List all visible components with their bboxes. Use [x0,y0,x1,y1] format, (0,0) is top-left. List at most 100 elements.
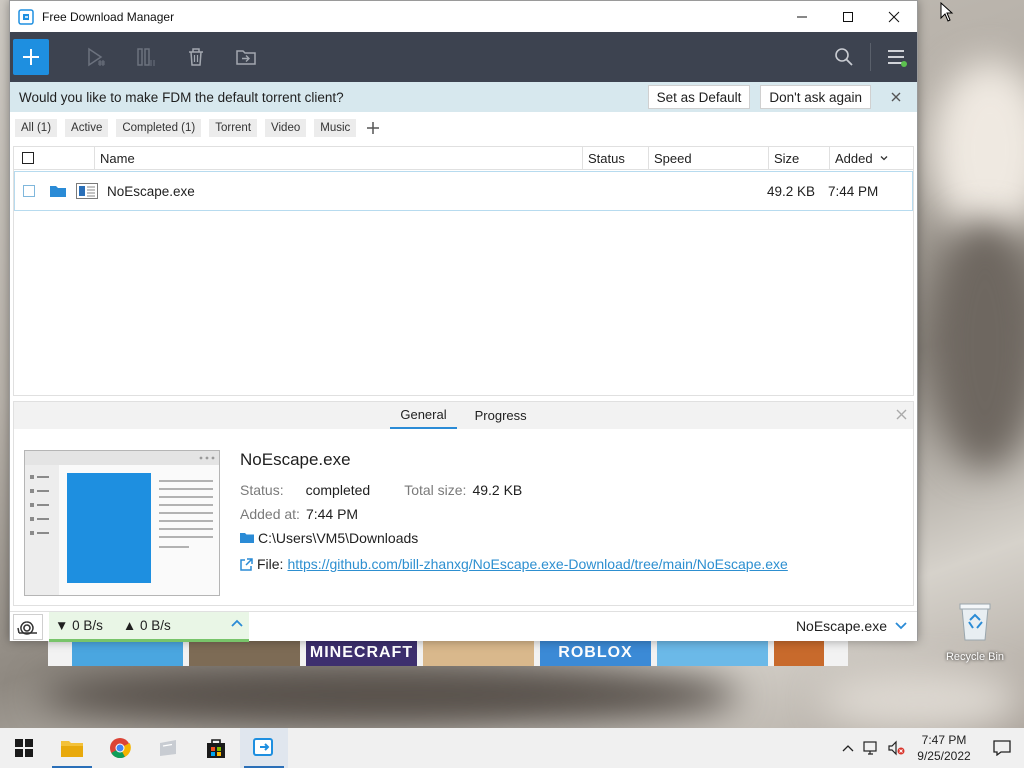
trash-icon [189,48,203,66]
source-url-link[interactable]: https://github.com/bill-zhanxg/NoEscape.… [287,556,787,572]
download-list: Name Status Speed Size Added NoEscape.ex… [13,146,914,396]
filter-all[interactable]: All (1) [15,119,58,137]
details-panel: General Progress NoEscape.exe Status: co… [13,401,914,606]
clock-date: 9/25/2022 [917,749,971,763]
action-center-button[interactable] [980,728,1024,768]
strip-tile [72,640,183,666]
details-tabs: General Progress [14,402,913,429]
close-icon [888,11,900,22]
tab-progress[interactable]: Progress [465,402,537,429]
wallpaper-highlight-bottom [820,670,1020,730]
speed-mode-button[interactable] [13,613,43,640]
select-all-checkbox[interactable] [22,152,34,164]
default-client-notice: Would you like to make FDM the default t… [10,82,917,112]
plus-icon [367,122,380,134]
show-hidden-icons-button[interactable] [836,728,860,768]
chrome-icon [110,738,131,759]
filter-torrent[interactable]: Torrent [209,119,258,137]
folder-move-icon [236,50,256,65]
file-explorer-icon [61,741,83,757]
external-link-icon [240,557,253,571]
select-all-column [14,146,95,170]
folder-path[interactable]: C:\Users\VM5\Downloads [258,530,418,546]
total-size-value: 49.2 KB [472,482,523,498]
mouse-cursor-icon [940,2,954,22]
folder-icon[interactable] [49,183,67,199]
download-speed: ▼ 0 B/s [55,617,103,633]
resume-button[interactable] [71,32,121,82]
exe-file-icon [76,183,98,199]
taskbar-app[interactable] [144,728,192,768]
added-value: 7:44 PM [305,506,359,522]
taskbar-chrome[interactable] [96,728,144,768]
clock[interactable]: 7:47 PM 9/25/2022 [908,732,980,764]
background-app-strip: MINECRAFT ROBLOX [48,640,848,666]
column-speed[interactable]: Speed [649,146,769,170]
filter-completed[interactable]: Completed (1) [116,119,202,137]
speed-indicator[interactable]: ▼ 0 B/s ▲ 0 B/s [49,611,249,642]
column-name[interactable]: Name [95,146,583,170]
download-speed-value: 0 B/s [72,617,103,633]
fdm-app-icon [253,738,273,756]
status-label: Status: [240,482,284,498]
wallpaper-highlight [930,60,1024,240]
file-info: NoEscape.exe Status: completed Total siz… [240,450,788,576]
delete-button[interactable] [171,32,221,82]
maximize-button[interactable] [825,1,871,32]
recycle-bin[interactable]: Recycle Bin [945,600,1005,663]
volume-status[interactable] [884,728,908,768]
search-icon [835,48,853,66]
system-tray: 7:47 PM 9/25/2022 [836,728,1024,768]
taskbar-file-explorer[interactable] [48,728,96,768]
snail-icon [17,620,37,635]
column-size[interactable]: Size [769,146,830,170]
close-icon [891,92,901,102]
chevron-down-icon [880,156,888,161]
store-bag-icon [207,739,225,758]
taskbar-store[interactable] [192,728,240,768]
filter-bar: All (1) Active Completed (1) Torrent Vid… [10,112,917,144]
row-checkbox[interactable] [23,185,35,197]
notice-message: Would you like to make FDM the default t… [19,89,344,105]
dont-ask-again-button[interactable]: Don't ask again [760,85,871,109]
start-button[interactable] [0,728,48,768]
tab-general[interactable]: General [390,402,457,429]
title-bar[interactable]: Free Download Manager [10,1,917,32]
folder-line[interactable]: C:\Users\VM5\Downloads [240,526,788,550]
wallpaper-shadow [930,220,1024,470]
filter-video[interactable]: Video [265,119,307,137]
clock-time: 7:47 PM [921,733,967,747]
minimize-button[interactable] [779,1,825,32]
details-close-button[interactable] [896,408,907,423]
window-preview-icon [25,451,219,595]
row-added: 7:44 PM [828,183,879,199]
add-filter-button[interactable] [364,119,382,137]
pause-button[interactable] [121,32,171,82]
notice-close-button[interactable] [881,92,911,102]
current-file-selector[interactable]: NoEscape.exe [796,618,907,634]
move-to-folder-button[interactable] [221,32,271,82]
toolbar-separator [870,43,871,71]
filter-active[interactable]: Active [65,119,109,137]
app-window-icon [160,740,176,756]
volume-muted-icon [888,740,905,756]
main-menu-button[interactable] [877,32,917,82]
list-header: Name Status Speed Size Added [14,146,913,170]
detail-file-name: NoEscape.exe [240,450,351,469]
status-line: Status: completed Total size: 49.2 KB [240,478,788,502]
network-status[interactable] [860,728,884,768]
filter-music[interactable]: Music [314,119,357,137]
column-added-sort[interactable]: Added [830,146,913,170]
close-button[interactable] [871,1,917,32]
column-status[interactable]: Status [583,146,649,170]
taskbar-fdm[interactable] [240,728,288,768]
toolbar [10,32,917,82]
chevron-up-icon [842,745,854,752]
add-download-button[interactable] [13,39,49,75]
table-row[interactable]: NoEscape.exe 49.2 KB 7:44 PM [14,171,913,211]
set-as-default-button[interactable]: Set as Default [647,85,751,109]
windows-logo-icon [15,739,33,757]
strip-tile: ROBLOX [540,640,651,666]
added-line: Added at: 7:44 PM [240,502,788,526]
search-button[interactable] [824,32,864,82]
